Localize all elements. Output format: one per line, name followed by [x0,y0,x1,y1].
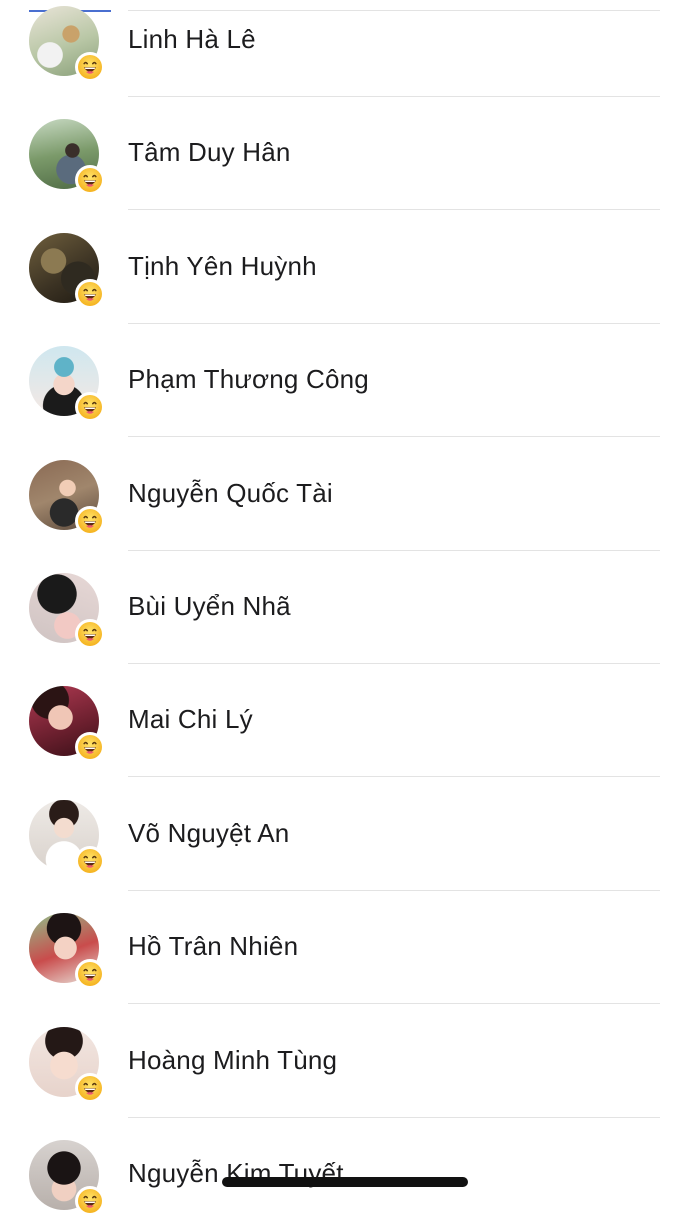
laughing-face-icon [75,392,105,423]
person-name[interactable]: Phạm Thương Công [128,364,369,395]
avatar-container [29,232,105,309]
list-item[interactable]: Nguyễn Quốc Tài [0,438,688,551]
avatar-container [29,573,105,649]
avatar-container [29,686,105,763]
person-name[interactable]: Tâm Duy Hân [128,137,291,168]
person-name[interactable]: Mai Chi Lý [128,704,253,735]
person-name[interactable]: Linh Hà Lê [128,24,256,55]
laughing-face-icon [75,732,105,763]
list-item[interactable]: Linh Hà Lê [0,0,688,97]
list-item[interactable]: Phạm Thương Công [0,324,688,438]
laughing-face-icon [75,165,105,196]
laughing-face-icon [75,505,105,536]
avatar-container [29,346,105,423]
list-item[interactable]: Hoàng Minh Tùng [0,1005,688,1118]
person-name[interactable]: Tịnh Yên Huỳnh [128,251,317,282]
avatar-container [29,913,105,990]
list-item[interactable]: Mai Chi Lý [0,664,688,778]
avatar-container [29,459,105,536]
person-name[interactable]: Hoàng Minh Tùng [128,1045,337,1076]
laughing-face-icon [75,278,105,309]
home-indicator[interactable] [222,1177,468,1187]
laughing-face-icon [75,1186,105,1216]
list-item[interactable]: Nguyễn Kim Tuyết [0,1118,688,1231]
person-name[interactable]: Võ Nguyệt An [128,818,289,849]
list-item[interactable]: Bùi Uyển Nhã [0,551,688,664]
laughing-face-icon [75,1072,105,1103]
laughing-face-icon [75,845,105,876]
person-name[interactable]: Hồ Trân Nhiên [128,931,298,962]
laughing-face-icon [75,959,105,990]
list-item[interactable]: Tâm Duy Hân [0,97,688,211]
person-name[interactable]: Bùi Uyển Nhã [128,591,291,622]
laughing-face-icon [75,52,105,82]
laughing-face-icon [75,619,105,649]
avatar-container [29,1026,105,1103]
list-item[interactable]: Tịnh Yên Huỳnh [0,211,688,324]
person-name[interactable]: Nguyễn Quốc Tài [128,478,333,509]
list-item[interactable]: Võ Nguyệt An [0,778,688,891]
avatar-container [29,1140,105,1216]
avatar-container [29,6,105,82]
avatar-container [29,799,105,876]
avatar-container [29,119,105,196]
list-item[interactable]: Hồ Trân Nhiên [0,891,688,1005]
